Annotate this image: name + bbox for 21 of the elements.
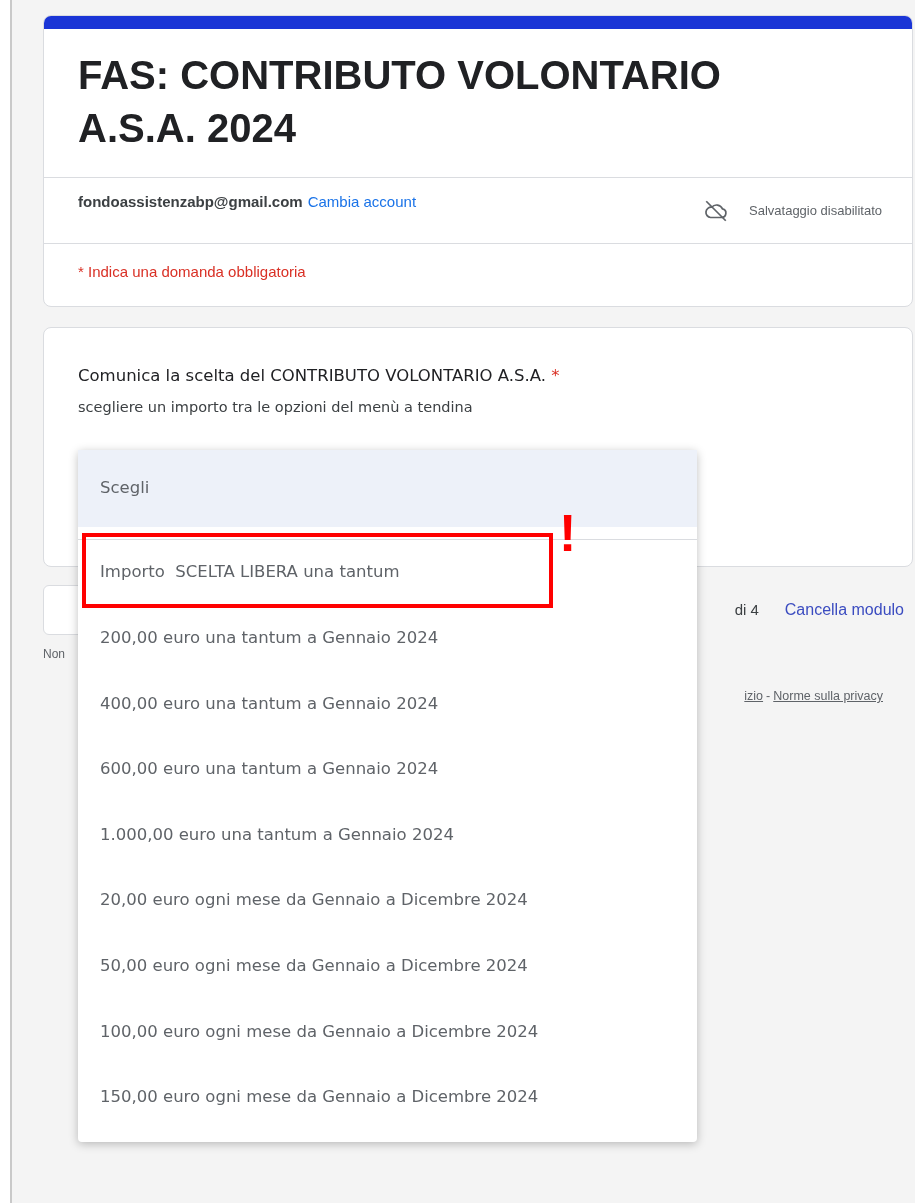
dropdown-option[interactable]: 100,00 euro ogni mese da Gennaio a Dicembre 2024 — [78, 999, 697, 1065]
dropdown-option[interactable]: 1.000,00 euro una tantum a Gennaio 2024 — [78, 802, 697, 868]
question-title: Comunica la scelta del CONTRIBUTO VOLONTARIO A.S.A. * — [78, 365, 561, 387]
dropdown-option[interactable]: 200,00 euro una tantum a Gennaio 2024 — [78, 605, 697, 672]
footer-note: Non — [43, 646, 65, 663]
privacy-link[interactable]: Norme sulla privacy — [773, 687, 883, 706]
question-description: scegliere un importo tra le opzioni del menù a tendina — [78, 397, 474, 417]
form-title: FAS: CONTRIBUTO VOLONTARIO A.S.A. 2024 — [78, 52, 722, 152]
dropdown-option[interactable]: 150,00 euro ogni mese da Gennaio a Dicembre 2024 — [78, 1064, 697, 1131]
dropdown-option[interactable]: 50,00 euro ogni mese da Gennaio a Dicembre 2024 — [78, 933, 697, 1000]
dropdown-option[interactable]: 20,00 euro ogni mese da Gennaio a Dicembre 2024 — [78, 867, 697, 934]
separator-dash: - — [766, 688, 771, 705]
save-status: Salvataggio disabilitato — [749, 201, 882, 220]
clear-form-link[interactable]: Cancella modulo — [784, 598, 904, 622]
account-email: fondoassistenzabp@gmail.com — [78, 192, 303, 213]
switch-account-link[interactable]: Cambia account — [307, 191, 417, 214]
dropdown-option[interactable]: 600,00 euro una tantum a Gennaio 2024 — [78, 736, 697, 803]
required-note: * Indica una domanda obbligatoria — [78, 261, 306, 282]
dropdown-option[interactable]: 400,00 euro una tantum a Gennaio 2024 — [78, 671, 697, 737]
terms-link[interactable]: izio — [744, 687, 764, 706]
page-indicator: di 4 — [734, 599, 759, 620]
